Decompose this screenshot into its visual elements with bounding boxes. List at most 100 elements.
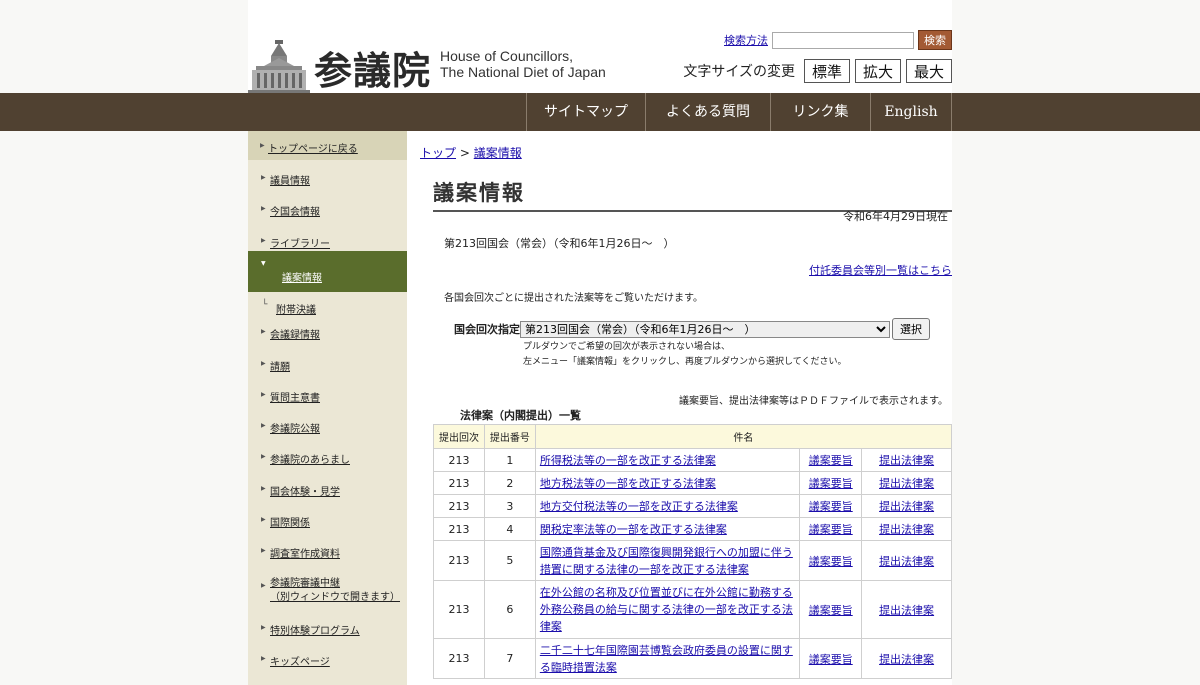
summary-link[interactable]: 議案要旨 xyxy=(809,500,853,513)
table-title: 法律案（内閣提出）一覧 xyxy=(460,409,581,422)
pdf-note: 議案要旨、提出法律案等はＰＤＦファイルで表示されます。 xyxy=(679,396,948,407)
sidebar-item-questions[interactable]: ▶ 質問主意書 xyxy=(248,389,320,404)
font-size-standard-button[interactable]: 標準 xyxy=(803,59,850,83)
font-size-large-button[interactable]: 拡大 xyxy=(854,59,901,83)
table-row: 213 2 地方税法等の一部を改正する法律案 議案要旨 提出法律案 xyxy=(433,471,952,495)
bills-table: 提出回次 提出番号 件名 213 1 所得税法等の一部を改正する法律案 議案要旨… xyxy=(433,424,953,679)
sidebar-item-minutes[interactable]: ▶ 会議録情報 xyxy=(248,326,320,341)
bill-pdf-link[interactable]: 提出法律案 xyxy=(879,604,934,617)
nav-faq[interactable]: よくある質問 xyxy=(646,93,771,131)
breadcrumb: トップ > 議案情報 xyxy=(420,144,522,161)
sidebar-item-label: 特別体験プログラム xyxy=(270,626,360,637)
bill-name-link[interactable]: 所得税法等の一部を改正する法律案 xyxy=(540,454,716,467)
font-size-controls: 文字サイズの変更 標準 拡大 最大 xyxy=(683,59,952,83)
bill-name-link[interactable]: 在外公館の名称及び位置並びに在外公館に勤務する外務公務員の給与に関する法律の一部… xyxy=(540,586,793,633)
triangle-right-icon: ▶ xyxy=(261,205,266,212)
bill-pdf-link[interactable]: 提出法律案 xyxy=(879,477,934,490)
bill-pdf-link[interactable]: 提出法律案 xyxy=(879,454,934,467)
sidebar-item-label: トップページに戻る xyxy=(268,144,358,155)
summary-link[interactable]: 議案要旨 xyxy=(809,454,853,467)
bill-pdf-link[interactable]: 提出法律案 xyxy=(879,500,934,513)
cell-summary: 議案要旨 xyxy=(799,448,863,472)
sidebar-item-live-broadcast[interactable]: ▶ 参議院審議中継 （別ウィンドウで開きます） xyxy=(248,577,400,605)
font-size-max-button[interactable]: 最大 xyxy=(905,59,952,83)
table-header-row: 提出回次 提出番号 件名 xyxy=(433,424,953,449)
sidebar-item-petitions[interactable]: ▶ 請願 xyxy=(248,358,290,373)
sidebar-item-current-diet[interactable]: ▶ 今国会情報 xyxy=(248,203,320,218)
sidebar-item-label: 附帯決議 xyxy=(276,305,316,316)
sidebar-item-label: 今国会情報 xyxy=(270,207,320,218)
breadcrumb-current-link[interactable]: 議案情報 xyxy=(474,146,522,160)
triangle-right-icon: ▶ xyxy=(261,547,266,554)
sidebar-item-visit[interactable]: ▶ 国会体験・見学 xyxy=(248,483,340,498)
sidebar-item-bulletin[interactable]: ▶ 参議院公報 xyxy=(248,420,320,435)
search-help-link[interactable]: 検索方法 xyxy=(724,32,768,48)
bill-pdf-link[interactable]: 提出法律案 xyxy=(879,555,934,568)
bill-name-link[interactable]: 関税定率法等の一部を改正する法律案 xyxy=(540,523,727,536)
cell-bill-name: 関税定率法等の一部を改正する法律案 xyxy=(534,517,801,541)
bill-name-link[interactable]: 国際通貨基金及び国際復興開発銀行への加盟に伴う措置に関する法律の一部を改正する法… xyxy=(540,546,793,576)
bill-name-link[interactable]: 二千二十七年国際園芸博覧会政府委員の設置に関する臨時措置法案 xyxy=(540,644,793,674)
summary-link[interactable]: 議案要旨 xyxy=(809,555,853,568)
global-nav: サイトマップ よくある質問 リンク集 English xyxy=(0,93,1200,131)
triangle-right-icon: ▶ xyxy=(261,485,266,492)
sidebar-item-bills[interactable]: ▼ 議案情報 xyxy=(248,251,407,292)
bill-name-link[interactable]: 地方税法等の一部を改正する法律案 xyxy=(540,477,716,490)
column-header-session: 提出回次 xyxy=(433,424,485,449)
nav-english[interactable]: English xyxy=(871,93,952,131)
triangle-right-icon: ▶ xyxy=(260,142,265,149)
cell-summary: 議案要旨 xyxy=(799,638,863,679)
sidebar-item-label: 参議院公報 xyxy=(270,424,320,435)
sidebar-item-library[interactable]: ▶ ライブラリー xyxy=(248,235,330,250)
table-row: 213 5 国際通貨基金及び国際復興開発銀行への加盟に伴う措置に関する法律の一部… xyxy=(433,540,952,581)
sidebar-subitem-resolutions[interactable]: └ 附帯決議 xyxy=(248,300,316,316)
bill-name-link[interactable]: 地方交付税法等の一部を改正する法律案 xyxy=(540,500,738,513)
session-heading: 第213回国会（常会）（令和6年1月26日～ ） xyxy=(444,237,675,250)
sidebar-item-members[interactable]: ▶ 議員情報 xyxy=(248,172,310,187)
session-select-label: 国会回次指定 xyxy=(454,323,520,336)
session-select[interactable]: 第213回国会（常会）（令和6年1月26日～ ） xyxy=(520,320,890,338)
nav-links[interactable]: リンク集 xyxy=(771,93,871,131)
sidebar-item-about[interactable]: ▶ 参議院のあらまし xyxy=(248,451,350,466)
cell-summary: 議案要旨 xyxy=(799,540,863,581)
summary-link[interactable]: 議案要旨 xyxy=(809,523,853,536)
table-row: 213 3 地方交付税法等の一部を改正する法律案 議案要旨 提出法律案 xyxy=(433,494,952,518)
bill-pdf-link[interactable]: 提出法律案 xyxy=(879,653,934,666)
summary-link[interactable]: 議案要旨 xyxy=(809,477,853,490)
sidebar-item-research[interactable]: ▶ 調査室作成資料 xyxy=(248,545,340,560)
table-row: 213 7 二千二十七年国際園芸博覧会政府委員の設置に関する臨時措置法案 議案要… xyxy=(433,638,952,679)
breadcrumb-separator: > xyxy=(459,146,470,160)
select-button[interactable]: 選択 xyxy=(892,318,930,340)
nav-sitemap[interactable]: サイトマップ xyxy=(527,93,646,131)
sidebar-item-kids[interactable]: ▶ キッズページ xyxy=(248,653,330,668)
breadcrumb-top-link[interactable]: トップ xyxy=(420,146,456,160)
table-row: 213 4 関税定率法等の一部を改正する法律案 議案要旨 提出法律案 xyxy=(433,517,952,541)
sidebar-item-home[interactable]: ▶ トップページに戻る xyxy=(248,131,407,160)
logo-english: House of Councillors, The National Diet … xyxy=(440,48,606,80)
site-logo[interactable]: 参議院 House of Councillors, The National D… xyxy=(248,38,608,94)
triangle-right-icon: ▶ xyxy=(261,391,266,398)
sidebar-item-label: ライブラリー xyxy=(270,239,330,250)
sidebar-item-special-program[interactable]: ▶ 特別体験プログラム xyxy=(248,622,360,637)
cell-bill-name: 地方税法等の一部を改正する法律案 xyxy=(534,471,801,495)
sidebar-item-label: 質問主意書 xyxy=(270,393,320,404)
bill-pdf-link[interactable]: 提出法律案 xyxy=(879,523,934,536)
summary-link[interactable]: 議案要旨 xyxy=(809,653,853,666)
font-size-label: 文字サイズの変更 xyxy=(683,64,795,80)
cell-bill-pdf: 提出法律案 xyxy=(861,540,952,581)
cell-session: 213 xyxy=(433,540,485,581)
sidebar-item-label: 国会体験・見学 xyxy=(270,487,340,498)
intro-text: 各国会回次ごとに提出された法案等をご覧いただけます。 xyxy=(444,293,703,304)
column-header-number: 提出番号 xyxy=(483,424,536,449)
logo-english-line2: The National Diet of Japan xyxy=(440,64,606,80)
committee-list-link[interactable]: 付託委員会等別一覧はこちら xyxy=(809,262,952,278)
search-input[interactable] xyxy=(772,31,914,49)
triangle-right-icon: ▶ xyxy=(261,582,266,589)
logo-kanji: 参議院 xyxy=(314,48,432,93)
sidebar-item-label: 参議院審議中継 xyxy=(270,578,340,589)
summary-link[interactable]: 議案要旨 xyxy=(809,604,853,617)
sidebar-item-international[interactable]: ▶ 国際関係 xyxy=(248,514,310,529)
cell-session: 213 xyxy=(433,471,485,495)
search-button[interactable]: 検索 xyxy=(918,30,952,50)
cell-summary: 議案要旨 xyxy=(799,517,863,541)
